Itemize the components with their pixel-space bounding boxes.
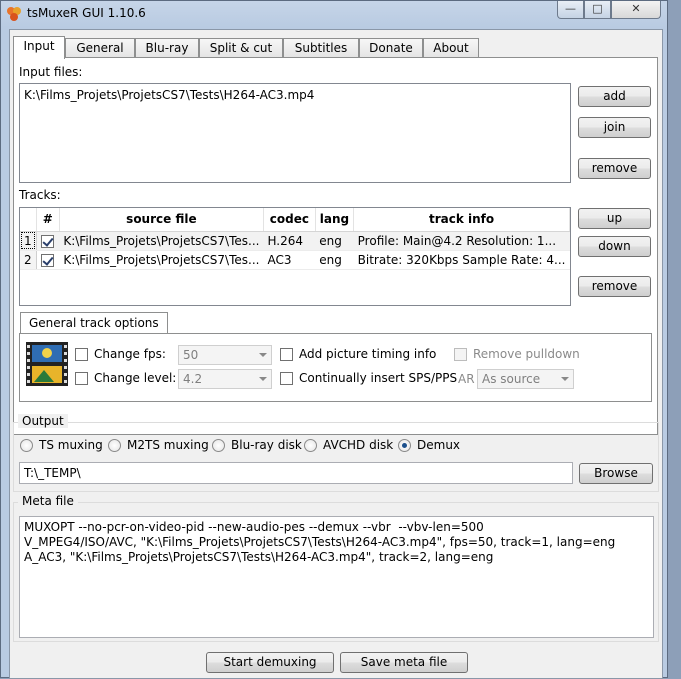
input-files-list[interactable]: K:\Films_Projets\ProjetsCS7\Tests\H264-A…: [19, 83, 571, 183]
general-track-options-tab[interactable]: General track options: [20, 312, 168, 333]
app-logo-icon: [7, 7, 21, 21]
track-codec: H.264: [263, 231, 316, 251]
ar-select[interactable]: As source: [477, 369, 574, 389]
title-bar[interactable]: tsMuxeR GUI 1.10.6 — □ ✕: [1, 1, 667, 27]
track-source-file: K:\Films_Projets\ProjetsCS7\Tes...: [59, 250, 264, 270]
general-track-options-panel: Change fps: 50 Change level: 4.2 Add pic…: [19, 333, 652, 402]
app-window: tsMuxeR GUI 1.10.6 — □ ✕ Input General B…: [0, 0, 668, 679]
close-button[interactable]: ✕: [611, 1, 661, 19]
remove-pulldown-checkbox[interactable]: Remove pulldown: [454, 347, 580, 361]
change-fps-label: Change fps:: [94, 347, 166, 361]
fps-value: 50: [183, 348, 199, 362]
track-info: Bitrate: 320Kbps Sample Rate: 4...: [353, 250, 570, 270]
add-file-button[interactable]: add: [578, 86, 651, 107]
continually-insert-sps-checkbox[interactable]: Continually insert SPS/PPS: [280, 371, 457, 385]
track-row[interactable]: 2 K:\Films_Projets\ProjetsCS7\Tes... AC3…: [20, 250, 570, 270]
chevron-down-icon: [561, 377, 569, 381]
track-row[interactable]: 1 K:\Films_Projets\ProjetsCS7\Tes... H.2…: [20, 231, 570, 251]
chevron-down-icon: [259, 377, 267, 381]
change-level-label: Change level:: [94, 371, 177, 385]
header-codec[interactable]: codec: [263, 208, 316, 232]
fps-select[interactable]: 50: [178, 345, 272, 365]
ts-muxing-radio[interactable]: TS muxing: [20, 438, 103, 452]
track-info: Profile: Main@4.2 Resolution: 1...: [353, 231, 570, 251]
header-lang[interactable]: lang: [315, 208, 355, 232]
change-fps-checkbox[interactable]: Change fps:: [75, 347, 166, 361]
film-strip-icon: [26, 342, 68, 386]
tab-blu-ray[interactable]: Blu-ray: [135, 38, 199, 58]
m2ts-muxing-label: M2TS muxing: [127, 438, 209, 452]
input-tab-panel: Input files: K:\Films_Projets\ProjetsCS7…: [13, 57, 658, 435]
tracks-table[interactable]: # source file codec lang track info 1 K:…: [19, 207, 571, 306]
main-client-area: Input General Blu-ray Split & cut Subtit…: [9, 29, 663, 679]
output-title: Output: [18, 414, 68, 428]
tracks-header-row: # source file codec lang track info: [20, 208, 570, 232]
header-rownum: [20, 208, 37, 232]
header-source-file[interactable]: source file: [59, 208, 264, 232]
track-row-number: 2: [20, 250, 37, 270]
tab-about[interactable]: About: [423, 38, 479, 58]
level-value: 4.2: [183, 372, 203, 386]
start-demuxing-button[interactable]: Start demuxing: [206, 652, 334, 673]
avchd-disk-label: AVCHD disk: [323, 438, 394, 452]
blu-ray-disk-radio[interactable]: Blu-ray disk: [212, 438, 302, 452]
track-enabled-checkbox[interactable]: [41, 234, 55, 248]
header-number[interactable]: #: [36, 208, 60, 232]
join-file-button[interactable]: join: [578, 117, 651, 138]
tab-input[interactable]: Input: [13, 36, 65, 59]
m2ts-muxing-radio[interactable]: M2TS muxing: [108, 438, 209, 452]
minimize-button[interactable]: —: [557, 1, 584, 19]
window-title: tsMuxeR GUI 1.10.6: [27, 6, 146, 20]
browse-button[interactable]: Browse: [579, 463, 653, 484]
tracks-label: Tracks:: [19, 188, 61, 202]
track-remove-button[interactable]: remove: [578, 276, 651, 297]
tab-split-cut[interactable]: Split & cut: [199, 38, 283, 58]
blu-ray-disk-label: Blu-ray disk: [231, 438, 302, 452]
track-enabled-checkbox[interactable]: [41, 253, 55, 267]
tab-donate[interactable]: Donate: [359, 38, 423, 58]
level-select[interactable]: 4.2: [178, 369, 272, 389]
meta-line: MUXOPT --no-pcr-on-video-pid --new-audio…: [24, 520, 484, 534]
track-lang: eng: [315, 231, 354, 251]
chevron-down-icon: [259, 353, 267, 357]
maximize-button[interactable]: □: [584, 1, 611, 19]
track-codec: AC3: [263, 250, 316, 270]
track-up-button[interactable]: up: [578, 208, 651, 229]
ar-label: AR: [458, 372, 475, 386]
input-file-item[interactable]: K:\Films_Projets\ProjetsCS7\Tests\H264-A…: [20, 84, 570, 106]
header-track-info[interactable]: track info: [353, 208, 570, 232]
output-path-input[interactable]: T:\_TEMP\: [19, 462, 573, 484]
ts-muxing-label: TS muxing: [39, 438, 103, 452]
demux-label: Demux: [417, 438, 461, 452]
tab-general[interactable]: General: [65, 38, 135, 58]
demux-radio[interactable]: Demux: [398, 438, 460, 452]
tab-subtitles[interactable]: Subtitles: [283, 38, 359, 58]
track-lang: eng: [315, 250, 354, 270]
add-picture-timing-label: Add picture timing info: [299, 347, 437, 361]
meta-file-title: Meta file: [18, 494, 78, 508]
meta-line: A_AC3, "K:\Films_Projets\ProjetsCS7\Test…: [24, 550, 494, 564]
track-source-file: K:\Films_Projets\ProjetsCS7\Tes...: [59, 231, 264, 251]
add-picture-timing-checkbox[interactable]: Add picture timing info: [280, 347, 436, 361]
save-meta-file-button[interactable]: Save meta file: [340, 652, 468, 673]
remove-file-button[interactable]: remove: [578, 158, 651, 179]
avchd-disk-radio[interactable]: AVCHD disk: [304, 438, 393, 452]
change-level-checkbox[interactable]: Change level:: [75, 371, 176, 385]
remove-pulldown-label: Remove pulldown: [473, 347, 580, 361]
meta-line: V_MPEG4/ISO/AVC, "K:\Films_Projets\Proje…: [24, 535, 616, 549]
meta-file-textarea[interactable]: MUXOPT --no-pcr-on-video-pid --new-audio…: [19, 516, 654, 638]
input-files-label: Input files:: [19, 65, 83, 79]
track-down-button[interactable]: down: [578, 236, 651, 257]
continually-insert-sps-label: Continually insert SPS/PPS: [299, 371, 458, 385]
ar-value: As source: [482, 372, 541, 386]
track-row-number: 1: [20, 231, 37, 251]
